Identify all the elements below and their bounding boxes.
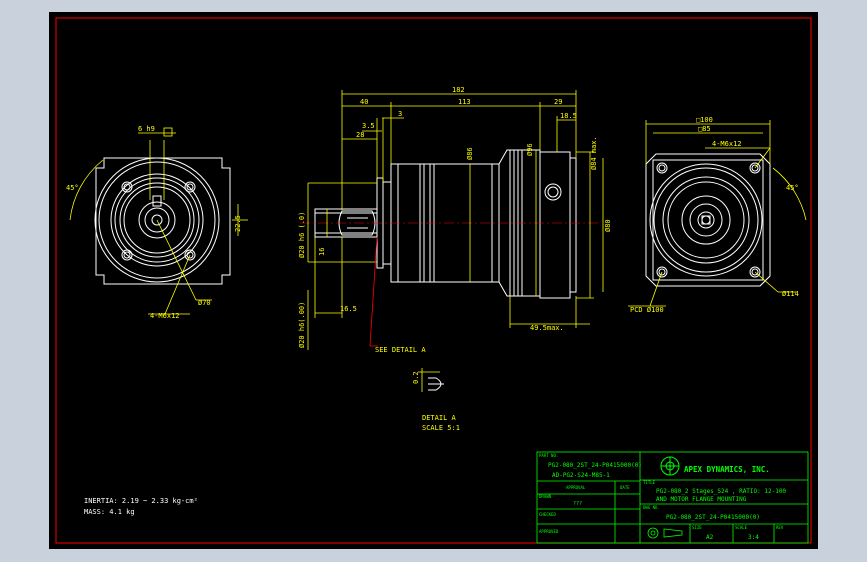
title-line-1: PG2-080_2 Stages_S24 , RATIO: 12-100: [656, 488, 786, 495]
detail-a-scale: SCALE 5:1: [422, 424, 460, 432]
dim-16-5: 16.5: [340, 305, 357, 313]
part-no-2: AD-PG2-S24-M85-1: [552, 472, 610, 479]
dim-3-5: 3.5: [362, 122, 375, 130]
title-line-2: AND MOTOR FLANGE MOUNTING: [656, 496, 747, 503]
drawing-sheet: 6 h9 45° 22.5 Ø70 4-M6x12 182 40 113 29 …: [49, 12, 818, 549]
dia-114-dim: Ø114: [782, 290, 799, 298]
thread-right-dim: 4-M6x12: [712, 140, 742, 148]
overall-length-dim: 182: [452, 86, 465, 94]
see-detail-a-callout: SEE DETAIL A: [375, 346, 426, 354]
dia-96-dim: Ø96: [526, 143, 534, 156]
angle-left-dim: 45°: [66, 184, 79, 192]
dim-3: 3: [398, 110, 402, 118]
dim-18-5: 18.5: [560, 112, 577, 120]
dwg-no-label: DWG NO.: [643, 505, 660, 510]
inertia-note: INERTIA: 2.19 ~ 2.33 kg-cm²: [84, 497, 198, 505]
dim-113: 113: [458, 98, 471, 106]
date-label: DATE: [620, 485, 630, 490]
title-label: TITLE: [643, 480, 656, 485]
dia-70-dim: Ø70: [198, 299, 211, 307]
dia-80-dim: Ø80: [604, 219, 612, 232]
company-logo: [660, 456, 680, 476]
dwg-no: PG2-080_2ST_24-P0415000(0): [666, 514, 760, 521]
shaft-dia-dim-2: Ø20 h6(.00): [298, 302, 306, 348]
scale-value: 3:4: [748, 534, 759, 541]
checked-label: CHECKED: [539, 512, 556, 517]
dia-86-dim: Ø86: [466, 147, 474, 160]
size-label: SIZE: [692, 525, 702, 530]
rev-label: REV: [776, 525, 784, 530]
key-width-dim: 6 h9: [138, 125, 155, 133]
dim-40: 40: [360, 98, 368, 106]
dia-84-dim: Ø84 max.: [590, 136, 598, 170]
detail-a-dim: 0.2: [412, 371, 420, 384]
detail-a-title: DETAIL A: [422, 414, 457, 422]
scale-label: SCALE: [735, 525, 748, 530]
square-100-dim: □100: [696, 116, 713, 124]
approved-label: APPROVED: [539, 529, 559, 534]
approval-label: APPROVAL: [566, 485, 586, 490]
size-value: A2: [706, 534, 714, 541]
drawn-label: DRAWN: [539, 494, 552, 499]
cad-viewport: 6 h9 45° 22.5 Ø70 4-M6x12 182 40 113 29 …: [0, 0, 867, 562]
dim-49-5: 49.5max.: [530, 324, 564, 332]
drawn-value: ???: [573, 501, 582, 507]
pcd-dim: PCD Ø100: [630, 306, 664, 314]
dim-22-5: 22.5: [234, 215, 242, 232]
part-no-1: PG2-080_2ST_24-P0415000(0): [548, 462, 642, 469]
square-85-dim: □85: [698, 125, 711, 133]
part-no-label: PART NO.: [539, 453, 558, 458]
company-name: APEX DYNAMICS, INC.: [684, 465, 770, 474]
mass-note: MASS: 4.1 kg: [84, 508, 135, 516]
thread-left-dim: 4-M6x12: [150, 312, 180, 320]
angle-right-dim: 45°: [786, 184, 799, 192]
shaft-dia-dim: Ø20 h6 (.0): [298, 212, 306, 258]
dim-29: 29: [554, 98, 562, 106]
dim-16: 16: [318, 248, 326, 256]
dim-28: 28: [356, 131, 364, 139]
